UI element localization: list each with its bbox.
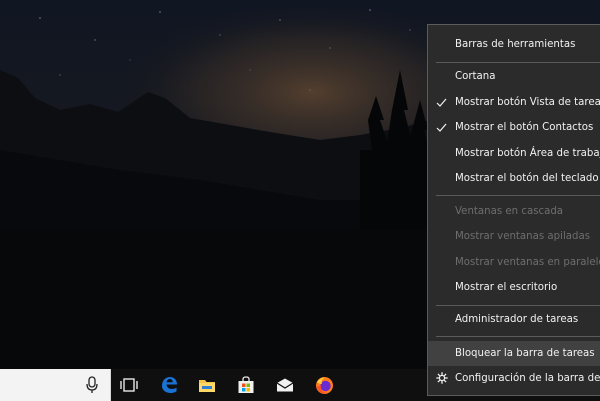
- menu-item-task-manager[interactable]: Administrador de tareas: [428, 307, 600, 332]
- menu-item-label: Administrador de tareas: [455, 314, 579, 325]
- menu-item-cortana[interactable]: Cortana: [428, 64, 600, 89]
- menu-item-label: Bloquear la barra de tareas: [455, 348, 595, 359]
- menu-item-show-windows-side-by-side: Mostrar ventanas en paralelo: [428, 250, 600, 275]
- file-explorer-button[interactable]: [188, 369, 226, 401]
- menu-item-label: Cortana: [455, 71, 496, 82]
- store-button[interactable]: [227, 369, 265, 401]
- edge-button[interactable]: [150, 369, 188, 401]
- mail-button[interactable]: [266, 369, 304, 401]
- task-view-icon: [120, 378, 138, 392]
- microphone-icon[interactable]: [84, 376, 100, 394]
- menu-item-show-desktop[interactable]: Mostrar el escritorio: [428, 275, 600, 300]
- menu-item-show-touch-keyboard-button[interactable]: Mostrar el botón del teclado táctil: [428, 166, 600, 191]
- search-box[interactable]: [0, 369, 111, 401]
- task-view-button[interactable]: [110, 369, 148, 401]
- menu-item-show-contacts-button[interactable]: Mostrar el botón Contactos: [428, 115, 600, 140]
- menu-item-label: Mostrar ventanas en paralelo: [455, 257, 600, 268]
- menu-item-label: Mostrar el botón Contactos: [455, 122, 594, 133]
- menu-item-show-windows-stacked: Mostrar ventanas apiladas: [428, 224, 600, 249]
- mail-icon: [276, 378, 294, 392]
- menu-item-label: Mostrar el botón del teclado táctil: [455, 173, 600, 184]
- store-icon: [238, 376, 254, 393]
- menu-item-label: Ventanas en cascada: [455, 206, 564, 217]
- file-explorer-icon: [199, 380, 215, 392]
- firefox-button[interactable]: [305, 369, 343, 401]
- menu-separator: [436, 305, 600, 306]
- desktop: Barras de herramientas Cortana Mostrar b…: [0, 0, 600, 401]
- checkmark-icon: [436, 98, 447, 107]
- menu-item-label: Mostrar botón Área de trabajo de Windows…: [455, 148, 600, 159]
- menu-item-show-windows-ink-button[interactable]: Mostrar botón Área de trabajo de Windows…: [428, 141, 600, 166]
- menu-item-label: Mostrar el escritorio: [455, 282, 558, 293]
- menu-item-cascade-windows: Ventanas en cascada: [428, 199, 600, 224]
- edge-icon: [162, 377, 177, 393]
- firefox-icon: [315, 376, 333, 394]
- menu-item-label: Mostrar ventanas apiladas: [455, 231, 591, 242]
- menu-item-lock-taskbar[interactable]: Bloquear la barra de tareas: [428, 341, 600, 366]
- menu-item-label: Barras de herramientas: [455, 39, 576, 50]
- taskbar-context-menu: Barras de herramientas Cortana Mostrar b…: [427, 24, 600, 396]
- checkmark-icon: [436, 123, 447, 132]
- menu-item-taskbar-settings[interactable]: Configuración de la barra de tareas: [428, 366, 600, 391]
- gear-icon: [436, 372, 448, 384]
- menu-separator: [436, 336, 600, 337]
- menu-item-toolbars[interactable]: Barras de herramientas: [428, 32, 600, 57]
- menu-separator: [436, 195, 600, 196]
- menu-separator: [436, 62, 600, 63]
- menu-item-label: Mostrar botón Vista de tareas: [455, 97, 600, 108]
- menu-item-show-task-view-button[interactable]: Mostrar botón Vista de tareas: [428, 90, 600, 115]
- menu-item-label: Configuración de la barra de tareas: [455, 373, 600, 384]
